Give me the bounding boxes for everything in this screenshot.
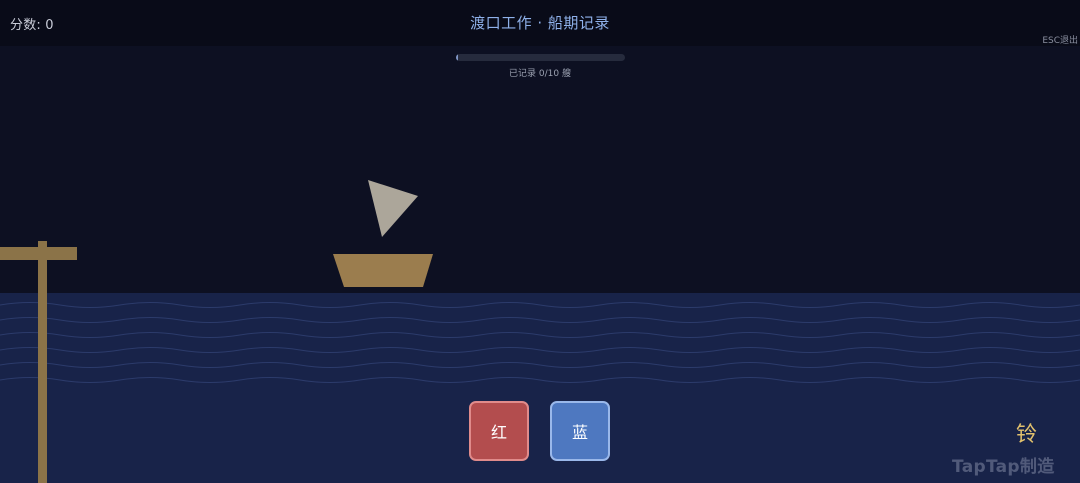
top-bar: 分数: 0 渡口工作 · 船期记录 ESC退出	[0, 0, 1080, 46]
wave-line	[0, 332, 1080, 338]
esc-exit-hint[interactable]: ESC退出	[1042, 33, 1078, 46]
wave-line	[0, 347, 1080, 353]
taptap-watermark: TapTap制造	[952, 457, 1055, 477]
wave-line	[0, 302, 1080, 308]
progress-bar	[456, 54, 625, 61]
game-stage: 分数: 0 渡口工作 · 船期记录 ESC退出 已记录 0/10 艘 红 蓝 铃…	[0, 0, 1080, 483]
bell-button[interactable]: 铃	[1016, 418, 1037, 448]
pier-post	[38, 241, 47, 483]
red-button[interactable]: 红	[469, 401, 529, 461]
wave-lines	[0, 302, 1080, 383]
progress-fill	[456, 54, 458, 61]
wave-line	[0, 377, 1080, 383]
boat	[333, 180, 433, 287]
wave-line	[0, 362, 1080, 368]
boat-sail	[368, 180, 418, 237]
wave-line	[0, 317, 1080, 323]
page-title: 渡口工作 · 船期记录	[470, 14, 610, 32]
progress-label: 已记录 0/10 艘	[509, 69, 571, 79]
boat-hull	[333, 254, 433, 287]
blue-button[interactable]: 蓝	[550, 401, 610, 461]
